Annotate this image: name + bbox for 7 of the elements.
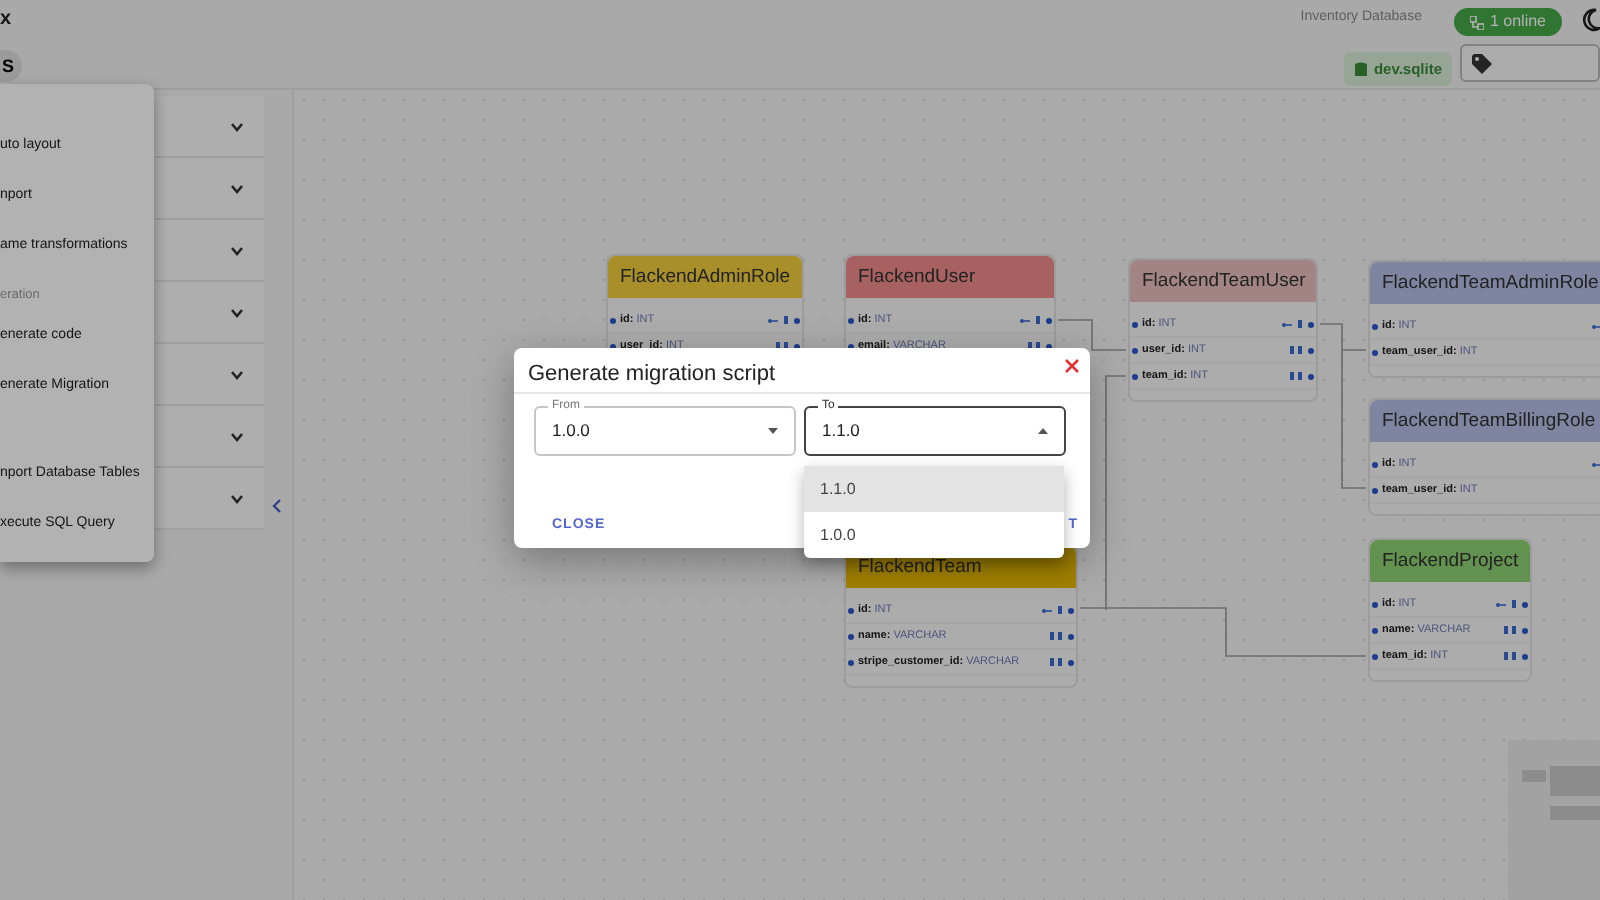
table-title: FlackendAdminRole bbox=[608, 256, 802, 298]
table-title: FlackendTeamBillingRole bbox=[1370, 400, 1600, 442]
table-title: FlackendUser bbox=[846, 256, 1054, 298]
table-title: FlackendTeamUser bbox=[1130, 260, 1316, 302]
table-title: FlackendTeamAdminRole bbox=[1370, 262, 1600, 304]
app-title: x bbox=[0, 8, 12, 32]
table-title: FlackendProject bbox=[1370, 540, 1530, 582]
